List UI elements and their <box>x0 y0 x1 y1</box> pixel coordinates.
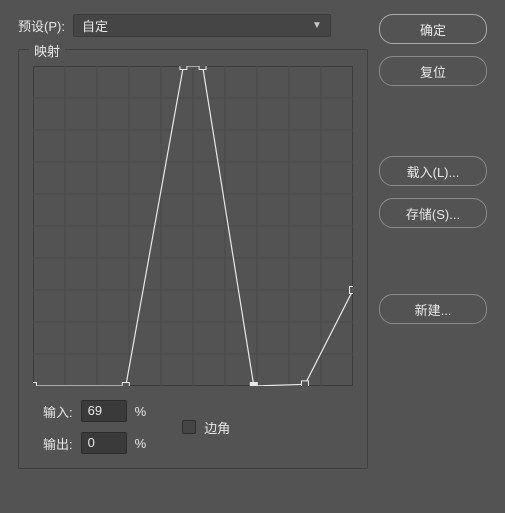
preset-select[interactable]: 自定 ▼ <box>73 14 331 37</box>
curve-canvas <box>33 66 353 386</box>
ok-button[interactable]: 确定 <box>379 14 487 44</box>
curve-editor[interactable] <box>33 66 353 386</box>
reset-button[interactable]: 复位 <box>379 56 487 86</box>
output-label: 输出: <box>43 434 73 453</box>
button-column: 确定 复位 载入(L)... 存储(S)... 新建... <box>379 14 487 324</box>
group-title: 映射 <box>29 41 65 60</box>
input-label: 输入: <box>43 402 73 421</box>
new-button[interactable]: 新建... <box>379 294 487 324</box>
curves-dialog: 预设(P): 自定 ▼ 确定 复位 载入(L)... 存储(S)... 新建..… <box>0 0 505 513</box>
corner-checkbox[interactable] <box>182 420 196 434</box>
save-button[interactable]: 存储(S)... <box>379 198 487 228</box>
corner-label: 边角 <box>204 418 230 437</box>
io-area: 输入: 69 % 边角 输出: 0 % <box>33 400 353 454</box>
input-field[interactable]: 69 <box>81 400 127 422</box>
output-percent: % <box>135 436 147 451</box>
output-field[interactable]: 0 <box>81 432 127 454</box>
preset-value: 自定 <box>82 16 108 35</box>
mapping-group: 映射 输入: 69 % 边角 输出: 0 % <box>18 49 368 469</box>
input-percent: % <box>135 404 147 419</box>
corner-wrap: 边角 <box>182 418 353 437</box>
chevron-down-icon: ▼ <box>312 20 322 31</box>
preset-label: 预设(P): <box>18 16 65 35</box>
load-button[interactable]: 载入(L)... <box>379 156 487 186</box>
